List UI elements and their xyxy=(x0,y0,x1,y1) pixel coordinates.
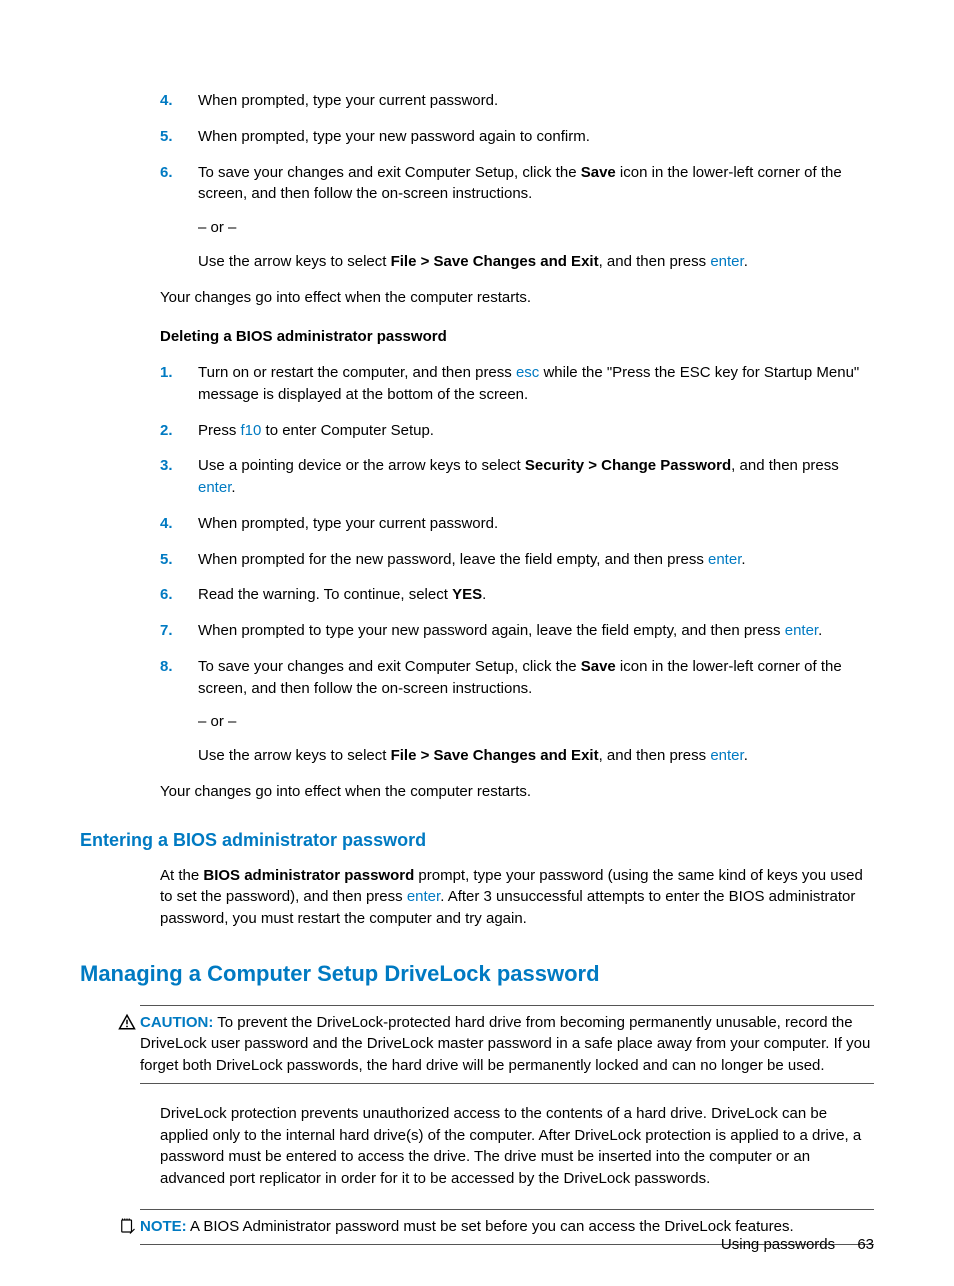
list-text: When prompted to type your new password … xyxy=(198,622,822,639)
enter-key: enter xyxy=(710,253,743,270)
list-item: 5. When prompted, type your new password… xyxy=(160,126,874,148)
list-marker: 4. xyxy=(160,513,173,535)
enter-key: enter xyxy=(407,888,440,905)
list-marker: 1. xyxy=(160,362,173,384)
list-item: 4. When prompted, type your current pass… xyxy=(160,513,874,535)
steps-list-delete-password: 1. Turn on or restart the computer, and … xyxy=(160,362,874,767)
heading-entering-bios: Entering a BIOS administrator password xyxy=(80,827,874,853)
list-item: 2. Press f10 to enter Computer Setup. xyxy=(160,420,874,442)
steps-list-change-password: 4. When prompted, type your current pass… xyxy=(160,90,874,273)
subheading-deleting: Deleting a BIOS administrator password xyxy=(160,326,874,348)
list-marker: 5. xyxy=(160,549,173,571)
list-marker: 2. xyxy=(160,420,173,442)
list-text: Use a pointing device or the arrow keys … xyxy=(198,457,839,496)
document-page: 4. When prompted, type your current pass… xyxy=(0,0,954,1286)
or-divider: – or – xyxy=(198,217,874,239)
or-divider: – or – xyxy=(198,711,874,733)
footer-section: Using passwords xyxy=(721,1236,835,1253)
list-item: 5. When prompted for the new password, l… xyxy=(160,549,874,571)
f10-key: f10 xyxy=(241,422,262,439)
list-text: When prompted for the new password, leav… xyxy=(198,551,746,568)
note-text: A BIOS Administrator password must be se… xyxy=(187,1218,794,1235)
list-text: To save your changes and exit Computer S… xyxy=(198,658,842,697)
list-text: Turn on or restart the computer, and the… xyxy=(198,364,859,403)
list-text: When prompted, type your current passwor… xyxy=(198,515,498,532)
caution-callout: CAUTION: To prevent the DriveLock-protec… xyxy=(140,1000,874,1089)
list-text: Press f10 to enter Computer Setup. xyxy=(198,422,434,439)
list-item: 8. To save your changes and exit Compute… xyxy=(160,656,874,767)
heading-drivelock: Managing a Computer Setup DriveLock pass… xyxy=(80,958,874,990)
caution-text: To prevent the DriveLock-protected hard … xyxy=(140,1014,870,1075)
note-label: NOTE: xyxy=(140,1218,187,1235)
paragraph: At the BIOS administrator password promp… xyxy=(160,865,874,930)
enter-key: enter xyxy=(198,479,231,496)
paragraph: DriveLock protection prevents unauthoriz… xyxy=(160,1103,874,1190)
caution-label: CAUTION: xyxy=(140,1014,213,1031)
list-text: Read the warning. To continue, select YE… xyxy=(198,586,486,603)
list-text: To save your changes and exit Computer S… xyxy=(198,164,842,203)
page-number: 63 xyxy=(857,1234,874,1256)
list-item: 4. When prompted, type your current pass… xyxy=(160,90,874,112)
esc-key: esc xyxy=(516,364,539,381)
list-item: 7. When prompted to type your new passwo… xyxy=(160,620,874,642)
list-text-alt: Use the arrow keys to select File > Save… xyxy=(198,251,874,273)
list-item: 3. Use a pointing device or the arrow ke… xyxy=(160,455,874,499)
list-marker: 6. xyxy=(160,162,173,184)
effect-note: Your changes go into effect when the com… xyxy=(160,781,874,803)
page-footer: Using passwords 63 xyxy=(721,1234,874,1256)
note-icon xyxy=(118,1217,136,1235)
enter-key: enter xyxy=(785,622,818,639)
list-marker: 4. xyxy=(160,90,173,112)
effect-note: Your changes go into effect when the com… xyxy=(160,287,874,309)
list-marker: 8. xyxy=(160,656,173,678)
list-marker: 3. xyxy=(160,455,173,477)
list-marker: 7. xyxy=(160,620,173,642)
list-marker: 5. xyxy=(160,126,173,148)
caution-icon xyxy=(118,1013,136,1031)
list-item: 6. Read the warning. To continue, select… xyxy=(160,584,874,606)
list-marker: 6. xyxy=(160,584,173,606)
list-item: 6. To save your changes and exit Compute… xyxy=(160,162,874,273)
enter-key: enter xyxy=(708,551,741,568)
enter-key: enter xyxy=(710,747,743,764)
list-item: 1. Turn on or restart the computer, and … xyxy=(160,362,874,406)
list-text-alt: Use the arrow keys to select File > Save… xyxy=(198,745,874,767)
list-text: When prompted, type your new password ag… xyxy=(198,128,590,145)
list-text: When prompted, type your current passwor… xyxy=(198,92,498,109)
